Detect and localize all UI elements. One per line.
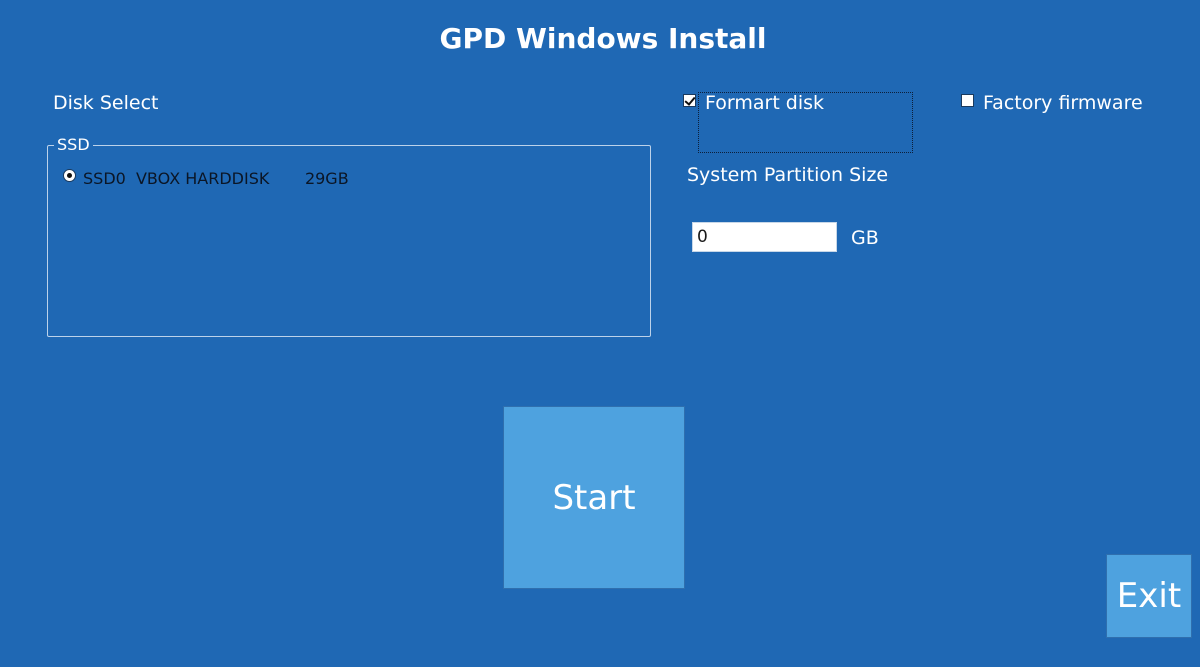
partition-size-input[interactable] (692, 222, 837, 252)
exit-button[interactable]: Exit (1106, 554, 1192, 638)
ssd-group-label: SSD (54, 136, 93, 154)
factory-firmware-label: Factory firmware (983, 92, 1143, 114)
partition-unit-label: GB (851, 227, 879, 249)
system-partition-size-label: System Partition Size (687, 164, 889, 186)
factory-firmware-checkbox-row[interactable]: Factory firmware (961, 92, 1143, 114)
disk-radio-button[interactable] (63, 169, 76, 182)
format-disk-checkbox[interactable] (683, 94, 696, 107)
disk-option-ssd0[interactable]: SSD0 VBOX HARDDISK 29GB (63, 169, 349, 188)
ssd-group-box: SSD SSD0 VBOX HARDDISK 29GB (47, 136, 651, 337)
factory-firmware-checkbox[interactable] (961, 94, 974, 107)
window-title: GPD Windows Install (439, 22, 767, 55)
disk-option-label: SSD0 VBOX HARDDISK 29GB (83, 169, 349, 188)
format-disk-checkbox-row[interactable]: Formart disk (683, 92, 825, 114)
disk-select-label: Disk Select (53, 92, 159, 114)
format-disk-label: Formart disk (705, 92, 825, 114)
start-button[interactable]: Start (503, 406, 685, 589)
